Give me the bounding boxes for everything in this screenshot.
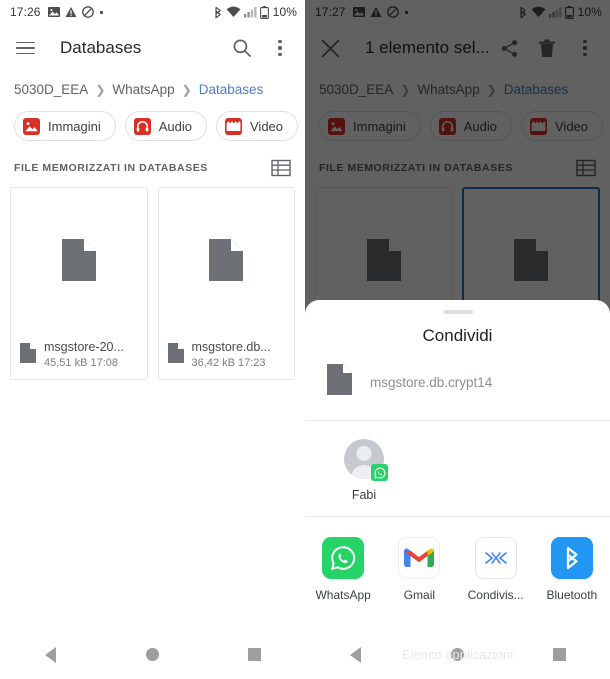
share-app-label: Condivis... [467, 588, 524, 602]
share-app-label: WhatsApp [315, 588, 371, 602]
whatsapp-icon [322, 537, 365, 579]
section-title: FILE MEMORIZZATI IN DATABASES [14, 162, 208, 174]
warning-icon [65, 6, 77, 18]
breadcrumb: 5030D_EEA ❯ WhatsApp ❯ Databases [0, 72, 305, 107]
recents-icon[interactable] [531, 630, 587, 679]
chip-label: Video [250, 118, 284, 134]
breadcrumb-item-0[interactable]: 5030D_EEA [14, 82, 88, 97]
file-thumbnail [159, 188, 295, 331]
document-icon [209, 238, 244, 281]
recents-icon[interactable] [226, 630, 282, 679]
share-app-bluetooth[interactable]: Bluetooth [534, 537, 610, 602]
left-screen: 17:26 10% Databases 5030D_EEA ❯ WhatsApp… [0, 0, 305, 679]
file-grid-left: msgstore-20... 45,51 kB 17:08 msgstore.d… [0, 187, 305, 380]
share-app-label: Bluetooth [546, 588, 598, 602]
breadcrumb-item-2[interactable]: Databases [199, 82, 264, 97]
contact-name: Fabi [351, 488, 377, 502]
direct-share-row: Fabi [305, 421, 610, 516]
file-name: msgstore.db... [191, 340, 271, 354]
share-app-label: Gmail [403, 588, 436, 602]
share-sheet: Condividi msgstore.db.crypt14 Fabi Whats… [305, 300, 610, 679]
bluetooth-icon [550, 537, 593, 579]
right-screen: 17:27 [305, 0, 610, 679]
search-icon[interactable] [223, 29, 261, 67]
document-icon [167, 342, 184, 368]
film-icon [225, 117, 242, 135]
status-time: 17:26 [10, 5, 41, 19]
file-meta: 36,42 kB 17:23 [191, 357, 266, 369]
navigation-bar-left [0, 630, 305, 679]
share-app-gmail[interactable]: Gmail [381, 537, 457, 602]
navigation-bar-right: Elenco applicazioni [305, 630, 610, 679]
battery-icon [259, 5, 269, 19]
document-icon [20, 342, 36, 368]
share-apps-row: WhatsApp Gmail Condivis... Bluetooth [305, 517, 610, 612]
chip-video[interactable]: Video [216, 111, 299, 141]
file-card[interactable]: msgstore.db... 36,42 kB 17:23 [157, 187, 295, 380]
home-icon[interactable] [429, 630, 485, 679]
document-icon [327, 364, 352, 400]
document-icon [61, 238, 96, 281]
headphones-icon [133, 117, 151, 135]
images-icon [23, 117, 40, 135]
home-icon[interactable] [124, 630, 180, 679]
bluetooth-icon [213, 6, 223, 19]
shared-file-row: msgstore.db.crypt14 [305, 346, 610, 420]
file-card-footer: msgstore.db... 36,42 kB 17:23 [159, 331, 295, 379]
kebab-menu-icon[interactable] [261, 29, 299, 67]
status-bar-left: 17:26 10% [0, 0, 305, 24]
app-bar-left: Databases [0, 24, 305, 72]
back-icon[interactable] [23, 630, 79, 679]
file-name: msgstore-20... [44, 340, 124, 354]
filter-chips: Immagini Audio Video [0, 107, 305, 141]
chip-label: Audio [158, 118, 192, 134]
gmail-icon [398, 537, 441, 579]
back-icon[interactable] [328, 630, 384, 679]
direct-share-target[interactable]: Fabi [327, 439, 401, 502]
screenshot-root: 17:26 10% Databases 5030D_EEA ❯ WhatsApp… [0, 0, 610, 679]
file-card-footer: msgstore-20... 45,51 kB 17:08 [11, 331, 147, 379]
whatsapp-icon [371, 464, 388, 481]
file-card[interactable]: msgstore-20... 45,51 kB 17:08 [10, 187, 148, 380]
dot-icon [99, 10, 104, 15]
chip-label: Immagini [48, 118, 101, 134]
share-sheet-title: Condividi [422, 326, 493, 345]
chevron-right-icon: ❯ [95, 82, 106, 97]
file-meta: 45,51 kB 17:08 [44, 357, 119, 369]
shared-file-name: msgstore.db.crypt14 [370, 374, 493, 390]
chevron-right-icon: ❯ [181, 82, 192, 97]
hamburger-icon[interactable] [12, 29, 38, 67]
chip-audio[interactable]: Audio [124, 111, 207, 141]
battery-percent: 10% [272, 5, 297, 19]
page-title: Databases [60, 38, 142, 57]
file-thumbnail [11, 188, 147, 331]
sheet-drag-handle[interactable] [442, 310, 473, 314]
share-app-nearby[interactable]: Condivis... [458, 537, 534, 602]
chip-immagini[interactable]: Immagini [14, 111, 116, 141]
signal-icon [243, 6, 257, 18]
section-header-left: FILE MEMORIZZATI IN DATABASES [0, 141, 305, 187]
do-not-disturb-icon [81, 6, 94, 18]
breadcrumb-item-1[interactable]: WhatsApp [112, 82, 174, 97]
nearby-share-icon [474, 537, 517, 579]
list-view-icon[interactable] [271, 159, 291, 177]
share-app-whatsapp[interactable]: WhatsApp [305, 537, 381, 602]
wifi-icon [226, 6, 241, 18]
image-icon [47, 6, 60, 18]
